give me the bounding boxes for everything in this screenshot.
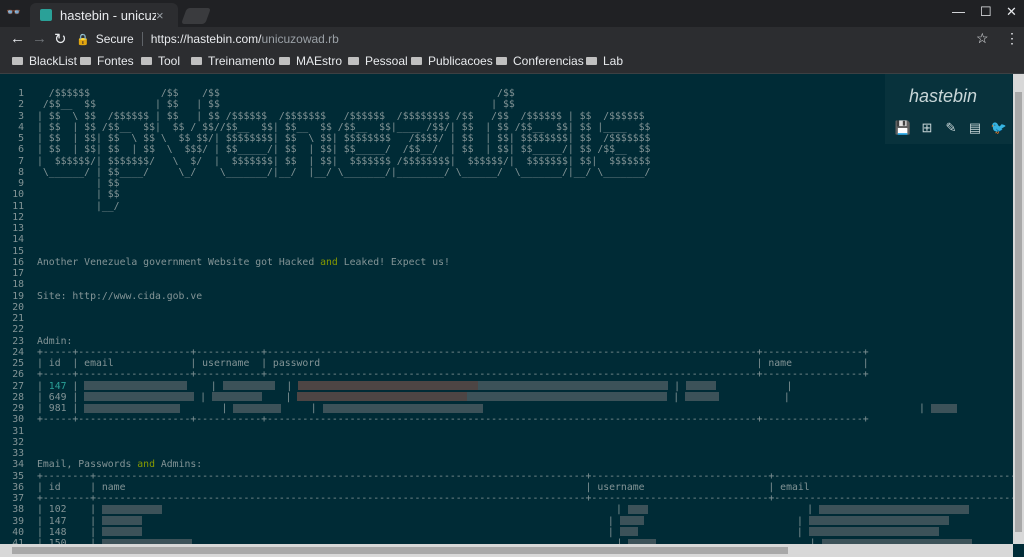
bookmark-item[interactable]: Conferencias xyxy=(496,54,584,68)
browser-menu-icon[interactable]: ⋮ xyxy=(1005,30,1019,47)
address-separator xyxy=(141,32,143,46)
edit-icon[interactable]: ✎ xyxy=(943,120,959,136)
close-window-icon[interactable]: ✕ xyxy=(1006,4,1017,20)
secure-label: Secure xyxy=(95,32,134,46)
folder-icon xyxy=(12,57,23,65)
tab-close-icon[interactable]: × xyxy=(156,8,170,23)
horizontal-scroll-thumb[interactable] xyxy=(12,547,788,554)
users-table-border: +--------+------------------------------… xyxy=(37,470,1024,482)
save-icon[interactable]: 💾 xyxy=(895,120,911,136)
incognito-icon: 👓 xyxy=(6,5,21,19)
back-icon[interactable]: ← xyxy=(10,30,25,47)
folder-icon xyxy=(348,57,359,65)
hastebin-logo[interactable]: hastebin xyxy=(909,86,977,107)
users-table-header: | id | name | username | email | passwor… xyxy=(37,481,1024,493)
horizontal-scrollbar[interactable] xyxy=(0,544,1013,557)
url-host: https://hastebin.com/ xyxy=(150,32,262,46)
bookmarks-bar: BlackList Fontes Tool Treinamento MAEstr… xyxy=(0,51,1024,74)
reload-icon[interactable]: ↻ xyxy=(54,30,67,48)
users-row: | 102 | | | | xyxy=(37,504,1024,515)
minimize-icon[interactable]: — xyxy=(952,4,965,19)
new-tab-button[interactable] xyxy=(181,8,211,24)
tab-title: hastebin - unicuzowad xyxy=(60,7,156,23)
folder-icon xyxy=(496,57,507,65)
admin-label: Admin: xyxy=(37,335,73,347)
vertical-scrollbar[interactable] xyxy=(1013,74,1024,544)
bookmark-item[interactable]: Lab xyxy=(586,54,623,68)
users-table-border: +--------+------------------------------… xyxy=(37,493,1024,504)
admin-row: | 981 | | | | | xyxy=(37,403,1024,414)
raw-icon[interactable]: ▤ xyxy=(967,120,983,136)
folder-icon xyxy=(80,57,91,65)
folder-icon xyxy=(279,57,290,65)
folder-icon xyxy=(411,57,422,65)
bookmark-item[interactable]: MAEstro xyxy=(279,54,342,68)
admin-table-border: +-----+-------------------+-----------+-… xyxy=(37,346,869,358)
admin-row: | 649 | | | | | xyxy=(37,391,790,403)
vertical-scroll-thumb[interactable] xyxy=(1015,92,1022,532)
admin-table-border: +-----+-------------------+-----------+-… xyxy=(37,369,869,381)
users-row: | 147 | | | | xyxy=(37,516,1024,527)
bookmark-star-icon[interactable]: ☆ xyxy=(976,30,989,47)
hastebin-toolbox: hastebin 💾 ⊞ ✎ ▤ 🐦 xyxy=(885,74,1012,144)
headline: Another Venezuela government Website got… xyxy=(37,256,450,268)
folder-icon xyxy=(586,57,597,65)
forward-icon[interactable]: → xyxy=(32,30,47,47)
admin-table-header: | id | email | username | password | nam… xyxy=(37,358,869,369)
browser-tab[interactable]: hastebin - unicuzowad × xyxy=(30,3,178,27)
bookmark-item[interactable]: BlackList xyxy=(12,54,77,68)
users-row: | 148 | | | | xyxy=(37,527,1024,538)
lock-icon: 🔒 xyxy=(76,33,90,46)
line-numbers: 1 2 3 4 5 6 7 8 9 10 11 12 13 14 15 16 1… xyxy=(12,88,24,557)
bookmark-item[interactable]: Fontes xyxy=(80,54,134,68)
bookmark-item[interactable]: Pessoal xyxy=(348,54,408,68)
bookmark-item[interactable]: Treinamento xyxy=(191,54,275,68)
paste-viewport: 1 2 3 4 5 6 7 8 9 10 11 12 13 14 15 16 1… xyxy=(0,74,1024,557)
hastebin-favicon xyxy=(40,9,52,21)
folder-icon xyxy=(141,57,152,65)
bookmark-item[interactable]: Publicacoes xyxy=(411,54,493,68)
address-bar[interactable]: 🔒 Secure https://hastebin.com/unicuzowad… xyxy=(76,29,996,49)
site-line: Site: http://www.cida.gob.ve xyxy=(37,290,203,302)
folder-icon xyxy=(191,57,202,65)
browser-toolbar: ← → ↻ 🔒 Secure https://hastebin.com/unic… xyxy=(0,27,1024,51)
section2-label: Email, Passwords and Admins: xyxy=(37,459,203,471)
browser-tabstrip: 👓 hastebin - unicuzowad × — ☐ ✕ xyxy=(0,0,1024,27)
new-icon[interactable]: ⊞ xyxy=(919,120,935,136)
admin-table-border: +-----+-------------------+-----------+-… xyxy=(37,414,869,426)
bookmark-item[interactable]: Tool xyxy=(141,54,180,68)
ascii-art-banner: /$$$$$$ /$$ /$$ /$$ /$$__ $$ | $$ | $$ |… xyxy=(37,88,651,212)
admin-row: | 147 | | | | | xyxy=(37,380,793,392)
twitter-icon[interactable]: 🐦 xyxy=(991,120,1007,136)
url-path: unicuzowad.rb xyxy=(261,32,339,46)
paste-text[interactable]: /$$$$$$ /$$ /$$ /$$ /$$__ $$ | $$ | $$ |… xyxy=(37,88,1024,557)
maximize-icon[interactable]: ☐ xyxy=(980,4,992,20)
